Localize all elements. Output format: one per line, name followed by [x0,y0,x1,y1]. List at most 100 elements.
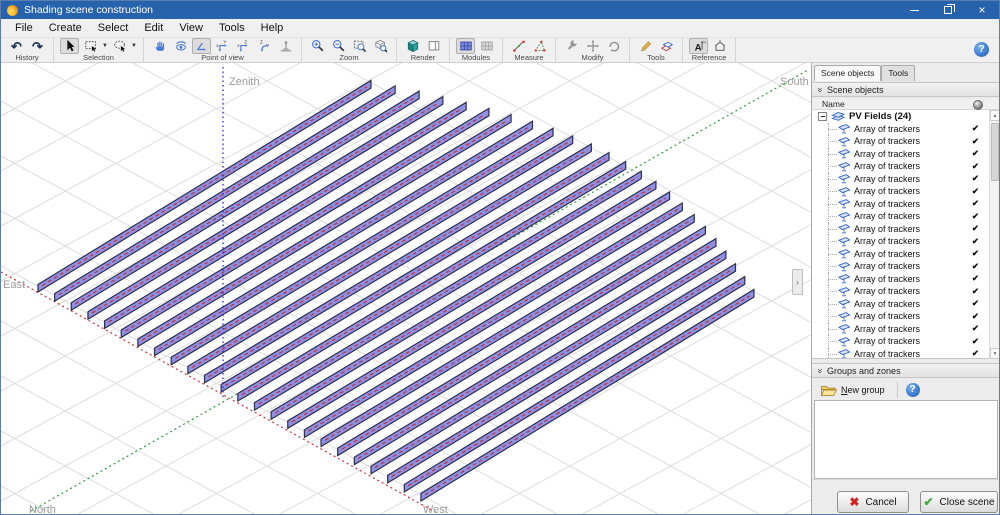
close-scene-button[interactable]: ✔ Close scene [920,491,998,513]
visibility-check-icon[interactable]: ✔ [972,248,979,259]
rect-select-dropdown-icon[interactable]: ▼ [102,43,108,49]
visibility-check-icon[interactable]: ✔ [972,186,979,197]
tree-item-array-of-trackers[interactable]: Array of trackers ✔ [812,235,999,248]
maximize-button[interactable] [931,1,965,19]
visibility-check-icon[interactable]: ✔ [972,311,979,322]
tree-item-array-of-trackers[interactable]: Array of trackers ✔ [812,310,999,323]
tree-item-array-of-trackers[interactable]: Array of trackers ✔ [812,247,999,261]
visibility-check-icon[interactable]: ✔ [972,323,979,334]
menu-view[interactable]: View [171,20,211,36]
visibility-check-icon[interactable]: ✔ [972,161,979,172]
groups-list-area[interactable] [814,400,998,479]
measure-angle-button[interactable] [530,38,549,54]
tree-item-array-of-trackers[interactable]: Array of trackers ✔ [812,322,999,336]
wrench-button[interactable] [562,38,581,54]
tree-item-array-of-trackers[interactable]: Array of trackers ✔ [812,172,999,186]
tree-item-array-of-trackers[interactable]: Array of trackers ✔ [812,272,999,286]
scroll-down-icon[interactable]: ▼ [990,348,999,359]
visibility-check-icon[interactable]: ✔ [972,173,979,184]
menu-select[interactable]: Select [90,20,137,36]
lasso-select-dropdown-icon[interactable]: ▼ [131,43,137,49]
visibility-check-icon[interactable]: ✔ [972,198,979,209]
tree-item-array-of-trackers[interactable]: Array of trackers ✔ [812,147,999,161]
visibility-check-icon[interactable]: ✔ [972,236,979,247]
visibility-check-icon[interactable]: ✔ [972,261,979,272]
visibility-check-icon[interactable]: ✔ [972,211,979,222]
tree-item-array-of-trackers[interactable]: Array of trackers ✔ [812,285,999,298]
sidebar-collapse-button[interactable]: › [792,269,803,295]
new-group-button[interactable]: New group [812,381,889,399]
tracker-row[interactable] [220,151,610,394]
scrollbar-thumb[interactable] [991,123,999,181]
scene-3d-viewport[interactable]: Zenith South East North West [1,1,812,515]
minimize-button[interactable] [897,1,931,19]
zoom-in-button[interactable] [308,38,327,54]
rotate-object-button[interactable] [604,38,623,54]
measure-distance-button[interactable] [509,38,528,54]
render-3d-button[interactable] [403,38,422,54]
scroll-up-icon[interactable]: ▲ [990,110,999,121]
orbit-view-button[interactable] [171,38,190,54]
tree-item-array-of-trackers[interactable]: Array of trackers ✔ [812,210,999,223]
elevation-view-button[interactable] [276,38,295,54]
tree-item-array-of-trackers[interactable]: Array of trackers ✔ [812,347,999,358]
rect-select-button[interactable] [81,38,100,54]
render-plane-button[interactable] [424,38,443,54]
tree-item-array-of-trackers[interactable]: Array of trackers ✔ [812,122,999,136]
modules-off-button[interactable] [477,38,496,54]
tree-item-array-of-trackers[interactable]: Array of trackers ✔ [812,185,999,198]
visibility-check-icon[interactable]: ✔ [972,136,979,147]
lasso-select-button[interactable] [110,38,129,54]
tree-item-array-of-trackers[interactable]: Array of trackers ✔ [812,160,999,173]
menu-edit[interactable]: Edit [136,20,171,36]
north-reference-button[interactable]: AN [689,38,708,54]
collapse-minus-icon[interactable] [818,111,827,121]
zoom-out-button[interactable] [329,38,348,54]
help-icon[interactable]: ? [974,42,989,57]
pointer-button[interactable] [60,38,79,54]
pan-hand-button[interactable] [150,38,169,54]
tree-item-array-of-trackers[interactable]: Array of trackers ✔ [812,260,999,273]
cancel-button[interactable]: ✖ Cancel [837,491,909,513]
pencil-button[interactable] [636,38,655,54]
visibility-check-icon[interactable]: ✔ [972,123,979,134]
visibility-check-icon[interactable]: ✔ [972,286,979,297]
menu-create[interactable]: Create [41,20,90,36]
zoom-all-button[interactable] [371,38,390,54]
tree-item-array-of-trackers[interactable]: Array of trackers ✔ [812,222,999,236]
visibility-check-icon[interactable]: ✔ [972,148,979,159]
visibility-check-icon[interactable]: ✔ [972,298,979,309]
tree-item-pv-fields[interactable]: PV Fields (24) [812,110,999,123]
visibility-check-icon[interactable]: ✔ [972,348,979,358]
tree-item-array-of-trackers[interactable]: Array of trackers ✔ [812,197,999,211]
tracker-row[interactable] [237,160,627,403]
axes-view-button[interactable] [192,38,211,54]
tab-tools[interactable]: Tools [881,65,916,81]
redo-button[interactable]: ↷ [28,38,47,54]
objects-button[interactable] [657,38,676,54]
tree-item-array-of-trackers[interactable]: Array of trackers ✔ [812,135,999,148]
modules-on-button[interactable] [456,38,475,54]
scene-3d-canvas[interactable]: Zenith South East North West [1,1,812,515]
rotate-xy-button[interactable]: xY [213,38,232,54]
tree-item-array-of-trackers[interactable]: Array of trackers ✔ [812,297,999,311]
menu-file[interactable]: File [7,20,41,36]
rotate-zy-button[interactable]: ZY [255,38,274,54]
zoom-window-button[interactable] [350,38,369,54]
groups-and-zones-header[interactable]: » Groups and zones [812,363,999,378]
undo-button[interactable]: ↶ [7,38,26,54]
tree-scrollbar[interactable]: ▲ ▼ [989,110,999,359]
scene-objects-header[interactable]: » Scene objects [812,82,999,97]
building-reference-button[interactable] [710,38,729,54]
menu-tools[interactable]: Tools [211,20,253,36]
menu-help[interactable]: Help [253,20,292,36]
visibility-column-icon[interactable] [973,100,983,110]
groups-help-icon[interactable]: ? [905,382,920,397]
move-button[interactable] [583,38,602,54]
visibility-check-icon[interactable]: ✔ [972,336,979,347]
visibility-check-icon[interactable]: ✔ [972,273,979,284]
tree-item-array-of-trackers[interactable]: Array of trackers ✔ [812,335,999,348]
visibility-check-icon[interactable]: ✔ [972,223,979,234]
tab-scene-objects[interactable]: Scene objects [814,65,882,81]
close-button[interactable]: × [965,1,999,19]
